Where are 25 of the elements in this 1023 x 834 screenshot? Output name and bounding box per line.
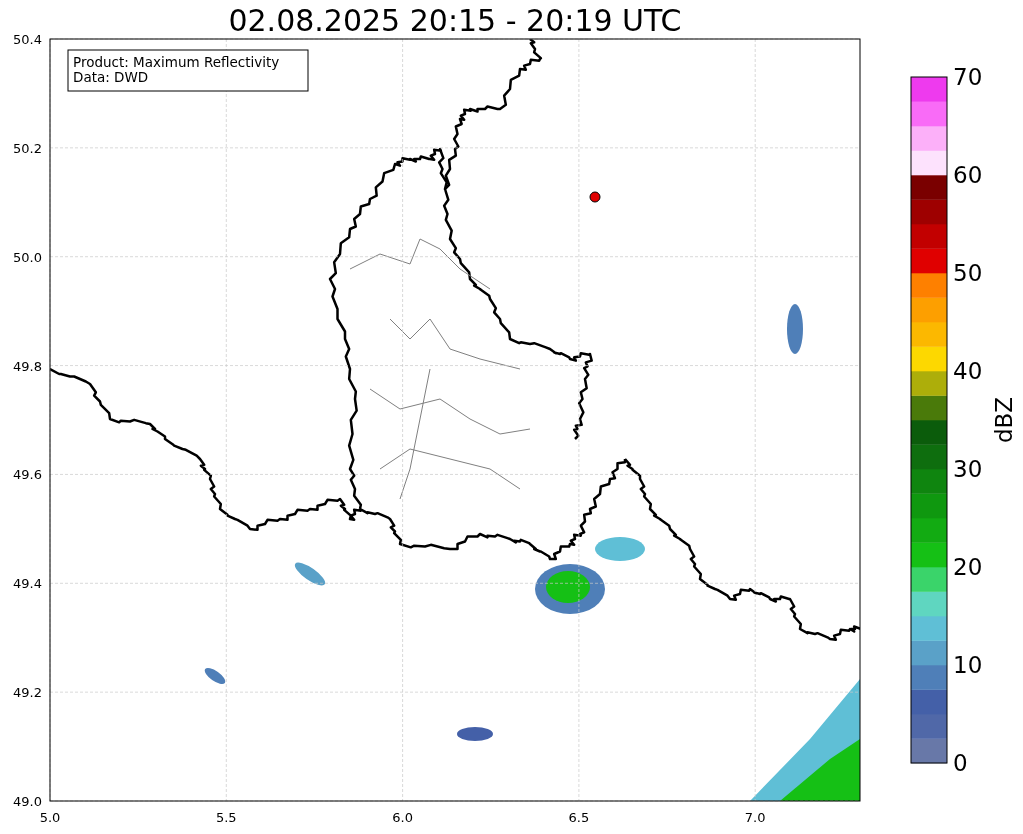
axis-tick-label: 50.0 <box>13 249 42 265</box>
axis-tick-label: 7.0 <box>744 810 766 825</box>
axis-tick-label: 5.5 <box>215 810 237 825</box>
axis-tick-label: 49.0 <box>13 794 42 809</box>
colorbar-tick-label: 30 <box>953 456 983 482</box>
axis-tick-label: 6.5 <box>568 810 590 825</box>
colorbar-tick-label: 70 <box>953 64 983 90</box>
axis-tick-label: 6.0 <box>392 810 413 825</box>
colorbar-tick-label: 60 <box>953 162 983 188</box>
axis-tick-label: 49.4 <box>13 576 42 592</box>
axis-tick-label: 49.6 <box>13 467 42 483</box>
colorbar-tick-label: 0 <box>953 750 968 776</box>
axis-tick-label: 50.4 <box>13 32 42 47</box>
colorbar-tick-label: 20 <box>953 554 983 580</box>
axis-tick-label: 5.0 <box>39 810 61 825</box>
axis-tick-label: 50.2 <box>13 140 42 156</box>
legend-text: Product: Maximum Reflectivity <box>73 54 280 70</box>
axis-tick-label: 49.2 <box>13 685 42 701</box>
axis-tick-label: 49.8 <box>13 358 42 374</box>
colorbar-label: dBZ <box>991 396 1017 444</box>
chart-title: 02.08.2025 20:15 - 20:19 UTC <box>228 3 682 38</box>
colorbar-tick-label: 40 <box>953 358 983 384</box>
colorbar-tick-label: 10 <box>953 652 983 678</box>
colorbar-tick-label: 50 <box>953 260 983 286</box>
legend-text: Data: DWD <box>73 69 149 85</box>
